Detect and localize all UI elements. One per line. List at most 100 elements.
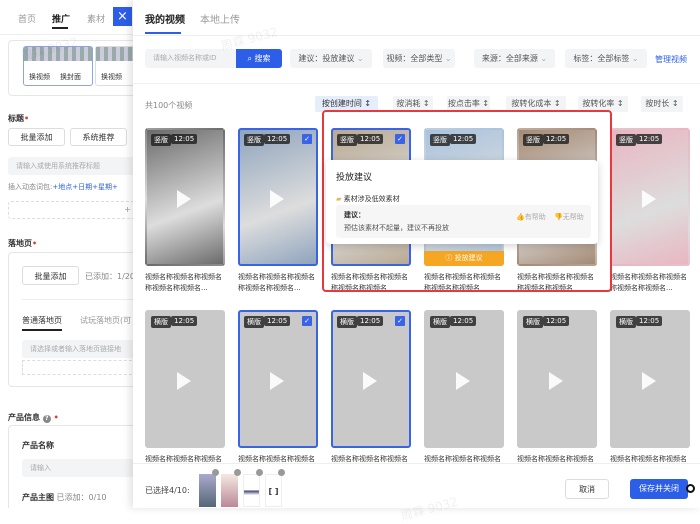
video-card[interactable]: 横版 12:05 视频名称视频名称视频名	[145, 310, 225, 476]
cancel-button[interactable]: 取消	[565, 479, 609, 499]
active-tab-indicator	[145, 32, 181, 34]
duration-badge: 12:05	[171, 316, 198, 326]
total-count: 共100个视频	[145, 101, 193, 110]
remove-icon[interactable]	[256, 469, 263, 476]
selected-thumb[interactable]	[221, 474, 238, 507]
video-type-filter[interactable]: 视频：全部类型 ⌄	[383, 49, 455, 68]
orientation-badge: 竖版	[244, 134, 264, 146]
thumbs-down-icon: 👎	[554, 213, 563, 221]
play-icon[interactable]	[270, 372, 284, 390]
play-icon[interactable]	[270, 190, 284, 208]
landing-url-input[interactable]: 请选择或者输入落地页链接地	[22, 340, 135, 358]
play-icon[interactable]	[177, 372, 191, 390]
play-icon[interactable]	[177, 190, 191, 208]
video-card[interactable]: 竖版 12:05 视频名称视频名称视频名称视频名称视频名...	[610, 128, 690, 294]
landing-tab-normal[interactable]: 普通落地页	[22, 315, 62, 326]
helpful-button[interactable]: 👍有帮助	[516, 212, 546, 222]
duration-badge: 12:05	[636, 316, 663, 326]
selected-count: 已选择4/10:	[145, 486, 190, 495]
video-card[interactable]: 横版 12:05 ✓ 视频名称视频名称视频名	[331, 310, 411, 476]
footer-bar: 已选择4/10: [ ] 取消 保存并关闭	[133, 463, 700, 508]
checkbox-checked-icon[interactable]: ✓	[302, 134, 312, 144]
video-thumbnail[interactable]: 横版 12:05	[610, 310, 690, 448]
video-thumbnail[interactable]: 横版 12:05 ✓	[331, 310, 411, 448]
video-card[interactable]: 竖版 12:05 ✓ 视频名称视频名称视频名称视频名称视频名...	[238, 128, 318, 294]
search-button[interactable]: ⌕ 搜索	[236, 49, 282, 68]
video-thumbnail[interactable]: 横版 12:05	[145, 310, 225, 448]
sort-duration[interactable]: 按时长 ↕	[641, 96, 683, 112]
nav-tab-promote[interactable]: 推广	[52, 12, 70, 25]
nav-tab-home[interactable]: 首页	[18, 12, 36, 25]
search-icon: ⌕	[247, 54, 252, 63]
help-icon[interactable]: ?	[42, 415, 51, 423]
chevron-down-icon: ⌄	[444, 54, 452, 63]
play-icon[interactable]	[549, 372, 563, 390]
video-select-drawer: 我的视频 本地上传 请输入视频名称或ID ⌕ 搜索 建议：投放建议 ⌄ 视频：全…	[133, 0, 700, 508]
close-icon[interactable]: ×	[113, 7, 132, 26]
tab-my-videos[interactable]: 我的视频	[145, 11, 185, 26]
tab-local-upload[interactable]: 本地上传	[200, 11, 240, 26]
unhelpful-button[interactable]: 👎无帮助	[554, 212, 584, 222]
video-slot[interactable]: 换视频	[95, 46, 135, 86]
nav-tab-material[interactable]: 素材	[87, 12, 105, 25]
dynamic-words-links[interactable]: +地点+日期+星期+	[52, 183, 117, 191]
duration-badge: 12:05	[264, 316, 291, 326]
dynamic-words-area[interactable]: +	[8, 201, 135, 219]
advice-text: 预估该素材不起量，建议不再投放	[344, 224, 449, 232]
video-thumbnail[interactable]: 竖版 12:05	[610, 128, 690, 266]
manage-videos-link[interactable]: 管理视频	[655, 54, 687, 65]
replace-video-button[interactable]: 换视频	[29, 72, 50, 82]
checkbox-checked-icon[interactable]: ✓	[302, 316, 312, 326]
remove-icon[interactable]	[212, 469, 219, 476]
advice-filter[interactable]: 建议：投放建议 ⌄	[290, 49, 372, 68]
source-filter[interactable]: 来源：全部来源 ⌄	[474, 49, 555, 68]
video-card[interactable]: 横版 12:05 视频名称视频名称视频名	[424, 310, 504, 476]
video-card[interactable]: 横版 12:05 视频名称视频名称视频名	[610, 310, 690, 476]
duration-badge: 12:05	[171, 134, 198, 144]
product-name-input[interactable]: 请输入	[22, 459, 135, 477]
folder-icon: ▰	[336, 195, 342, 203]
replace-cover-button[interactable]: 换封面	[60, 72, 81, 82]
play-icon[interactable]	[642, 190, 656, 208]
play-icon[interactable]	[456, 372, 470, 390]
landing-added-count: 已添加：1/20	[85, 272, 135, 281]
chevron-down-icon: ⌄	[631, 54, 639, 63]
popover-title: 投放建议	[336, 173, 373, 183]
popover-issue: 素材涉及低效素材	[343, 195, 400, 203]
video-title: 视频名称视频名称视频名称视频名称视频名...	[610, 273, 687, 292]
video-slot[interactable]: 换视频 换封面	[23, 46, 93, 86]
video-thumbnail[interactable]: 横版 12:05 ✓	[238, 310, 318, 448]
duration-badge: 12:05	[543, 316, 570, 326]
batch-add-button[interactable]: 批量添加	[8, 128, 65, 146]
video-thumbnail[interactable]: 竖版 12:05 ✓	[238, 128, 318, 266]
video-card[interactable]: 横版 12:05 视频名称视频名称视频名	[517, 310, 597, 476]
replace-video-button[interactable]: 换视频	[101, 72, 122, 82]
remove-icon[interactable]	[234, 469, 241, 476]
title-input[interactable]: 请输入或使用系统推荐标题	[8, 157, 135, 175]
orientation-badge: 竖版	[616, 134, 636, 146]
selected-thumb[interactable]	[199, 474, 216, 507]
system-recommend-button[interactable]: 系统推荐	[70, 128, 127, 146]
video-thumbnail[interactable]: 竖版 12:05	[145, 128, 225, 266]
landing-batch-add-button[interactable]: 批量添加	[22, 266, 79, 285]
landing-tab-playable[interactable]: 试玩落地页(可	[80, 315, 131, 326]
video-thumbnail[interactable]: 横版 12:05	[424, 310, 504, 448]
landing-label: 落地页	[8, 239, 32, 248]
search-input[interactable]: 请输入视频名称或ID	[145, 49, 237, 68]
play-icon[interactable]	[363, 372, 377, 390]
selected-thumb[interactable]	[243, 474, 260, 507]
orientation-badge: 横版	[244, 316, 264, 328]
add-icon[interactable]: +	[124, 205, 131, 214]
video-card[interactable]: 横版 12:05 ✓ 视频名称视频名称视频名	[238, 310, 318, 476]
save-and-close-button[interactable]: 保存并关闭	[630, 479, 688, 499]
video-thumbnail[interactable]: 横版 12:05	[517, 310, 597, 448]
tag-filter[interactable]: 标签：全部标签 ⌄	[565, 49, 647, 68]
video-card[interactable]: 竖版 12:05 视频名称视频名称视频名称视频名称视频名...	[145, 128, 225, 294]
orientation-badge: 竖版	[151, 134, 171, 146]
remove-icon[interactable]	[278, 469, 285, 476]
play-icon[interactable]	[642, 372, 656, 390]
selected-thumb[interactable]: [ ]	[265, 474, 282, 507]
duration-badge: 12:05	[636, 134, 663, 144]
advice-label: 建议：	[344, 211, 365, 219]
checkbox-checked-icon[interactable]: ✓	[395, 316, 405, 326]
